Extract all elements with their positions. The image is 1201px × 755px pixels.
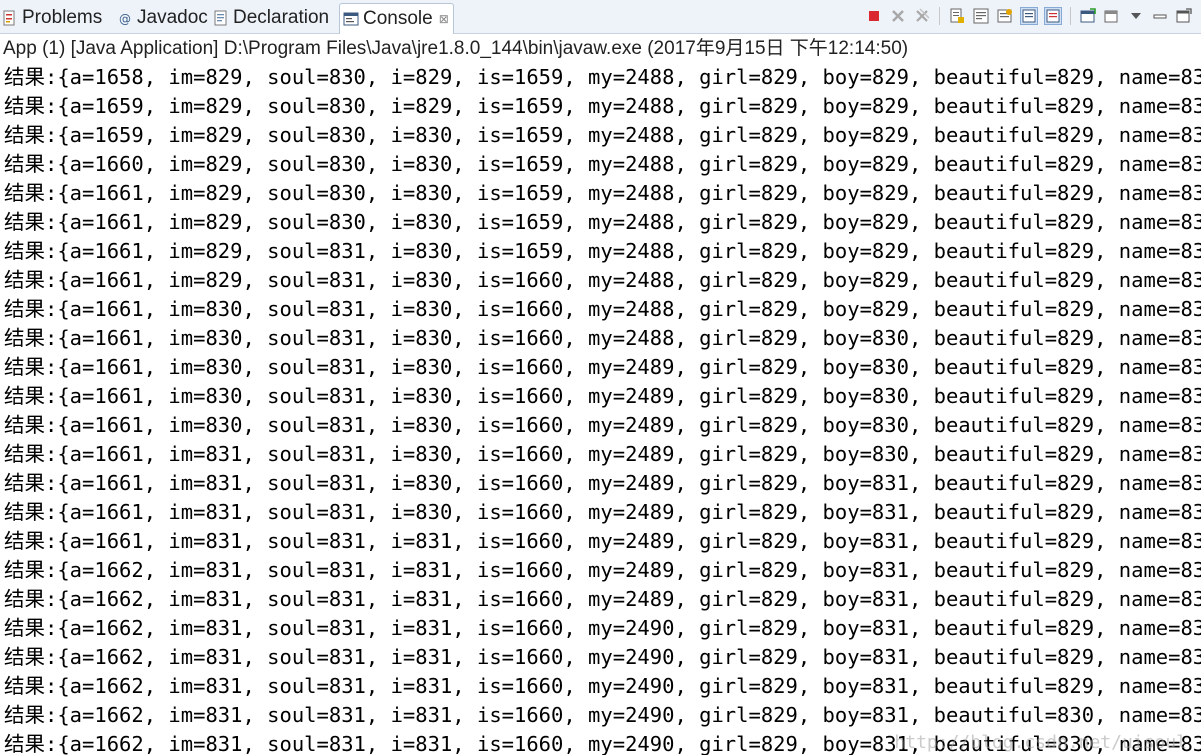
tab-problems[interactable]: Problems [2,3,102,33]
display-selected-console-icon[interactable] [1079,7,1097,25]
console-line: 结果:{a=1661, im=829, soul=831, i=830, is=… [4,239,1201,263]
console-line: 结果:{a=1661, im=830, soul=831, i=830, is=… [4,297,1201,321]
tab-label: Console [363,8,433,29]
tab-label: Problems [22,7,103,28]
maximize-icon[interactable] [1175,7,1193,25]
tab-declaration[interactable]: Declaration [213,3,329,33]
toolbar-separator [939,7,940,25]
console-line: 结果:{a=1658, im=829, soul=830, i=829, is=… [4,65,1201,89]
process-description: App (1) [Java Application] D:\Program Fi… [3,38,909,59]
console-line: 结果:{a=1662, im=831, soul=831, i=831, is=… [4,558,1201,582]
remove-launch-icon[interactable] [889,7,907,25]
word-wrap-icon[interactable] [972,7,990,25]
console-line: 结果:{a=1662, im=831, soul=831, i=831, is=… [4,616,1201,640]
tab-label: Declaration [233,7,330,28]
console-line: 结果:{a=1662, im=831, soul=831, i=831, is=… [4,703,1201,727]
console-line: 结果:{a=1661, im=829, soul=830, i=830, is=… [4,181,1201,205]
console-line: 结果:{a=1662, im=831, soul=831, i=831, is=… [4,645,1201,669]
console-line: 结果:{a=1661, im=831, soul=831, i=831, is=… [4,529,1201,553]
console-line: 结果:{a=1659, im=829, soul=830, i=830, is=… [4,123,1201,147]
pin-console-icon[interactable] [996,7,1014,25]
console-line: 结果:{a=1661, im=830, soul=831, i=830, is=… [4,326,1201,350]
console-line: 结果:{a=1661, im=829, soul=831, i=830, is=… [4,268,1201,292]
view-menu-icon[interactable] [1127,7,1145,25]
console-line: 结果:{a=1660, im=829, soul=830, i=830, is=… [4,152,1201,176]
tab-console[interactable]: Console ⊠ [339,3,454,34]
console-line: 结果:{a=1659, im=829, soul=830, i=829, is=… [4,94,1201,118]
open-console-icon[interactable] [1103,7,1121,25]
tab-label: Javadoc [137,7,208,28]
console-line: 结果:{a=1662, im=831, soul=831, i=831, is=… [4,587,1201,611]
console-output[interactable]: 结果:{a=1658, im=829, soul=830, i=829, is=… [0,64,1201,755]
javadoc-icon: @ [117,10,133,26]
terminate-icon[interactable] [865,7,883,25]
console-line: 结果:{a=1661, im=831, soul=831, i=830, is=… [4,500,1201,524]
tab-javadoc[interactable]: @ Javadoc [117,3,208,33]
console-line: 结果:{a=1661, im=830, soul=831, i=830, is=… [4,355,1201,379]
console-toolbar [865,5,1193,27]
console-line: 结果:{a=1661, im=831, soul=831, i=830, is=… [4,471,1201,495]
console-line: 结果:{a=1661, im=830, soul=831, i=830, is=… [4,413,1201,437]
scroll-lock-icon[interactable] [948,7,966,25]
view-tab-bar: Problems @ Javadoc Declaration Console ⊠ [0,0,1201,34]
remove-all-terminated-icon[interactable] [913,7,931,25]
console-icon [343,11,359,27]
declaration-icon [213,10,229,26]
close-icon[interactable]: ⊠ [439,12,449,26]
problems-icon [2,10,18,26]
console-line: 结果:{a=1661, im=830, soul=831, i=830, is=… [4,384,1201,408]
svg-text:@: @ [119,12,131,26]
console-line: 结果:{a=1661, im=829, soul=830, i=830, is=… [4,210,1201,234]
watermark: http://blog.csdn.net/uisoul [894,732,1187,753]
console-line: 结果:{a=1661, im=831, soul=831, i=830, is=… [4,442,1201,466]
show-console-stdout-icon[interactable] [1020,7,1038,25]
minimize-icon[interactable] [1151,7,1169,25]
toolbar-separator [1070,7,1071,25]
show-console-stderr-icon[interactable] [1044,7,1062,25]
console-line: 结果:{a=1662, im=831, soul=831, i=831, is=… [4,674,1201,698]
